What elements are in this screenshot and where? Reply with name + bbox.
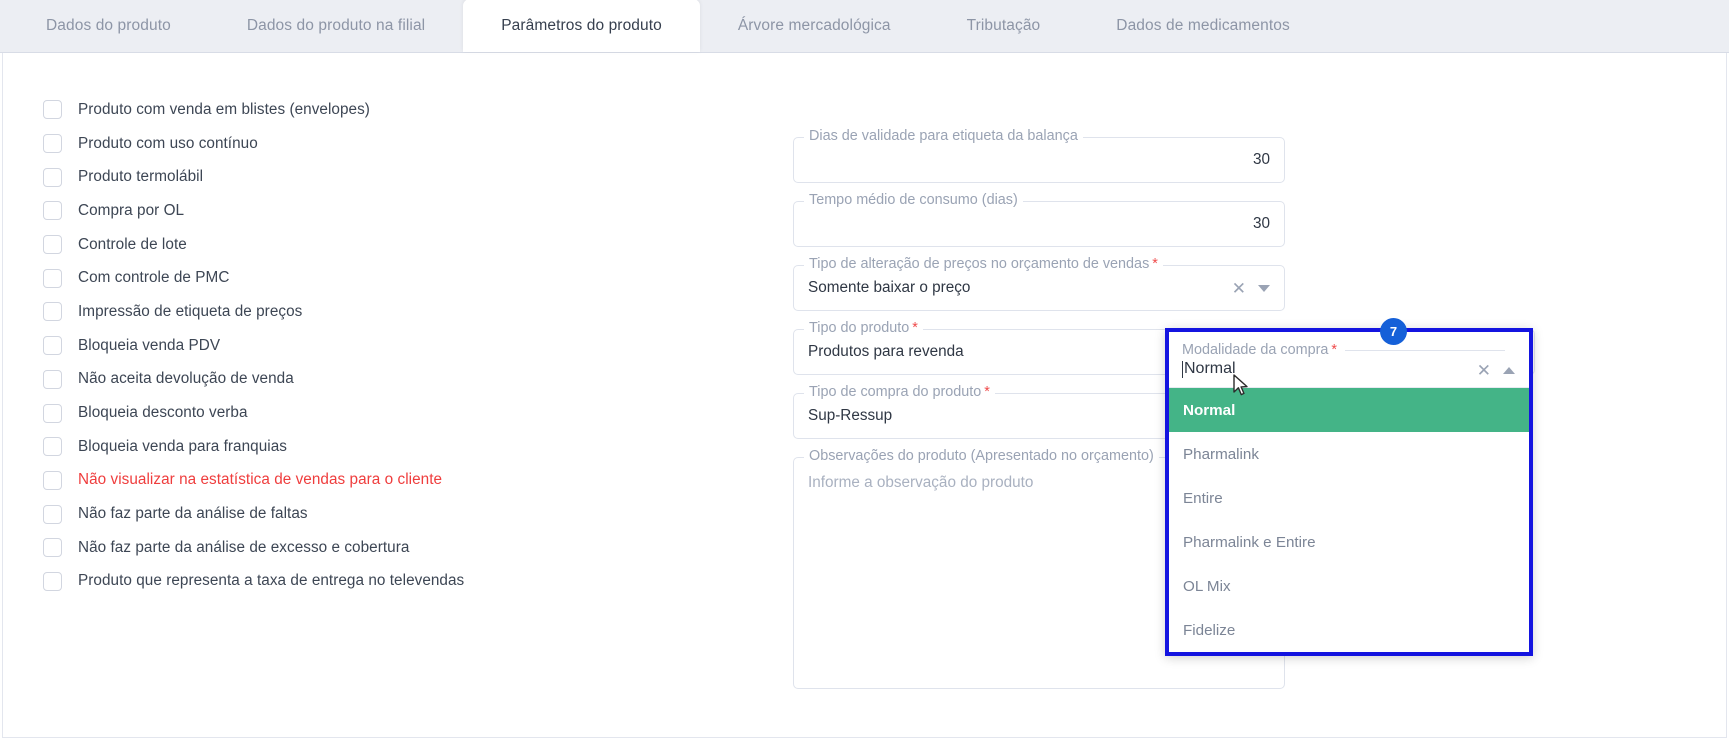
option-fidelize[interactable]: Fidelize	[1169, 608, 1529, 652]
checkbox-icon[interactable]	[43, 201, 62, 221]
checkbox-row-taxa-entrega-televendas[interactable]: Produto que representa a taxa de entrega…	[43, 565, 683, 599]
tab-dados-do-produto-na-filial[interactable]: Dados do produto na filial	[209, 0, 463, 52]
field-label: Tipo de compra do produto *	[804, 384, 995, 400]
checkbox-icon[interactable]	[43, 571, 62, 591]
tab-strip: Dados do produto Dados do produto na fil…	[0, 0, 1729, 53]
checkbox-row-impressao-etiqueta[interactable]: Impressão de etiqueta de preços	[43, 295, 683, 329]
checkbox-label: Não visualizar na estatística de vendas …	[78, 471, 443, 489]
checkbox-row-analise-de-faltas[interactable]: Não faz parte da análise de faltas	[43, 497, 683, 531]
field-label: Tipo de alteração de preços no orçamento…	[804, 256, 1163, 272]
checkbox-icon[interactable]	[43, 504, 62, 524]
checkbox-row-bloqueia-desconto-verba[interactable]: Bloqueia desconto verba	[43, 396, 683, 430]
callout-badge-7: 7	[1380, 318, 1407, 345]
checkbox-label: Impressão de etiqueta de preços	[78, 302, 303, 320]
checkbox-row-nao-aceita-devolucao[interactable]: Não aceita devolução de venda	[43, 363, 683, 397]
modalidade-options-list: Normal Pharmalink Entire Pharmalink e En…	[1169, 388, 1529, 652]
checkbox-label: Produto com uso contínuo	[78, 134, 258, 152]
checkbox-row-bloqueia-venda-pdv[interactable]: Bloqueia venda PDV	[43, 329, 683, 363]
tab-tributacao[interactable]: Tributação	[929, 0, 1079, 52]
close-icon[interactable]: ✕	[1477, 362, 1491, 379]
close-icon[interactable]: ✕	[1232, 280, 1246, 297]
select-controls: ✕	[1232, 280, 1270, 297]
option-pharmalink[interactable]: Pharmalink	[1169, 432, 1529, 476]
field-placeholder: Informe a observação do produto	[808, 474, 1034, 491]
checkbox-icon[interactable]	[43, 538, 62, 558]
checkbox-row-nao-visualizar-estatistica[interactable]: Não visualizar na estatística de vendas …	[43, 464, 683, 498]
checkbox-label: Não aceita devolução de venda	[78, 370, 294, 388]
tab-parametros-do-produto[interactable]: Parâmetros do produto	[463, 0, 700, 52]
checkbox-label: Compra por OL	[78, 201, 185, 219]
field-value: Sup-Ressup	[808, 407, 893, 424]
product-flags-checklist: Produto com venda em blistes (envelopes)…	[43, 93, 683, 598]
checkbox-label: Bloqueia venda PDV	[78, 336, 221, 354]
checkbox-icon[interactable]	[43, 235, 62, 255]
text-cursor	[1182, 360, 1183, 378]
checkbox-label: Não faz parte da análise de faltas	[78, 505, 308, 523]
checkbox-icon[interactable]	[43, 134, 62, 154]
tab-dados-de-medicamentos[interactable]: Dados de medicamentos	[1078, 0, 1328, 52]
option-entire[interactable]: Entire	[1169, 476, 1529, 520]
field-tempo-medio-consumo: Tempo médio de consumo (dias) 30	[793, 192, 1285, 247]
modalidade-da-compra-field[interactable]: Modalidade da compra * Normal ✕	[1169, 332, 1529, 388]
checkbox-row-uso-continuo[interactable]: Produto com uso contínuo	[43, 127, 683, 161]
checkbox-row-controle-de-pmc[interactable]: Com controle de PMC	[43, 261, 683, 295]
field-value: Somente baixar o preço	[808, 279, 971, 296]
checkbox-icon[interactable]	[43, 268, 62, 288]
field-tipo-alteracao-precos: Tipo de alteração de preços no orçamento…	[793, 256, 1285, 311]
chevron-up-icon[interactable]	[1503, 367, 1515, 374]
field-label: Dias de validade para etiqueta da balanç…	[804, 128, 1083, 144]
field-label: Modalidade da compra *	[1182, 342, 1506, 358]
checkbox-icon[interactable]	[43, 167, 62, 187]
field-label: Observações do produto (Apresentado no o…	[804, 448, 1159, 464]
field-dias-validade-etiqueta-balanca: Dias de validade para etiqueta da balanç…	[793, 128, 1285, 183]
checkbox-label: Produto termolábil	[78, 168, 204, 186]
field-value: 30	[1252, 215, 1270, 232]
checkbox-row-analise-excesso-cobertura[interactable]: Não faz parte da análise de excesso e co…	[43, 531, 683, 565]
option-normal[interactable]: Normal	[1169, 388, 1529, 432]
checkbox-icon[interactable]	[43, 336, 62, 356]
chevron-down-icon[interactable]	[1258, 284, 1270, 292]
field-label: Tempo médio de consumo (dias)	[804, 192, 1023, 208]
checkbox-label: Produto que representa a taxa de entrega…	[78, 572, 465, 590]
field-value-wrap: Normal	[1182, 360, 1236, 378]
field-value: 30	[1252, 151, 1270, 168]
option-ol-mix[interactable]: OL Mix	[1169, 564, 1529, 608]
checkbox-row-termolabil[interactable]: Produto termolábil	[43, 160, 683, 194]
checkbox-row-controle-de-lote[interactable]: Controle de lote	[43, 228, 683, 262]
checkbox-icon[interactable]	[43, 437, 62, 457]
checkbox-icon[interactable]	[43, 470, 62, 490]
checkbox-label: Bloqueia venda para franquias	[78, 437, 287, 455]
checkbox-icon[interactable]	[43, 369, 62, 389]
modalidade-da-compra-dropdown: 7 Modalidade da compra * Normal ✕ Normal …	[1165, 318, 1533, 656]
checkbox-label: Bloqueia desconto verba	[78, 404, 248, 422]
required-marker: *	[1331, 342, 1338, 358]
tab-dados-do-produto[interactable]: Dados do produto	[8, 0, 209, 52]
option-pharmalink-e-entire[interactable]: Pharmalink e Entire	[1169, 520, 1529, 564]
required-marker: *	[984, 384, 990, 400]
checkbox-icon[interactable]	[43, 100, 62, 120]
checkbox-row-blistes[interactable]: Produto com venda em blistes (envelopes)	[43, 93, 683, 127]
checkbox-row-compra-por-ol[interactable]: Compra por OL	[43, 194, 683, 228]
checkbox-label: Com controle de PMC	[78, 269, 230, 287]
field-label: Tipo do produto *	[804, 320, 923, 336]
field-value: Normal	[1184, 360, 1236, 377]
select-controls: ✕	[1477, 362, 1515, 379]
required-marker: *	[912, 320, 918, 336]
field-value: Produtos para revenda	[808, 343, 964, 360]
checkbox-icon[interactable]	[43, 302, 62, 322]
checkbox-label: Não faz parte da análise de excesso e co…	[78, 538, 410, 556]
checkbox-label: Controle de lote	[78, 235, 187, 253]
checkbox-row-bloqueia-venda-franquias[interactable]: Bloqueia venda para franquias	[43, 430, 683, 464]
checkbox-label: Produto com venda em blistes (envelopes)	[78, 100, 370, 118]
tab-arvore-mercadologica[interactable]: Árvore mercadológica	[700, 0, 929, 52]
required-marker: *	[1152, 256, 1158, 272]
checkbox-icon[interactable]	[43, 403, 62, 423]
